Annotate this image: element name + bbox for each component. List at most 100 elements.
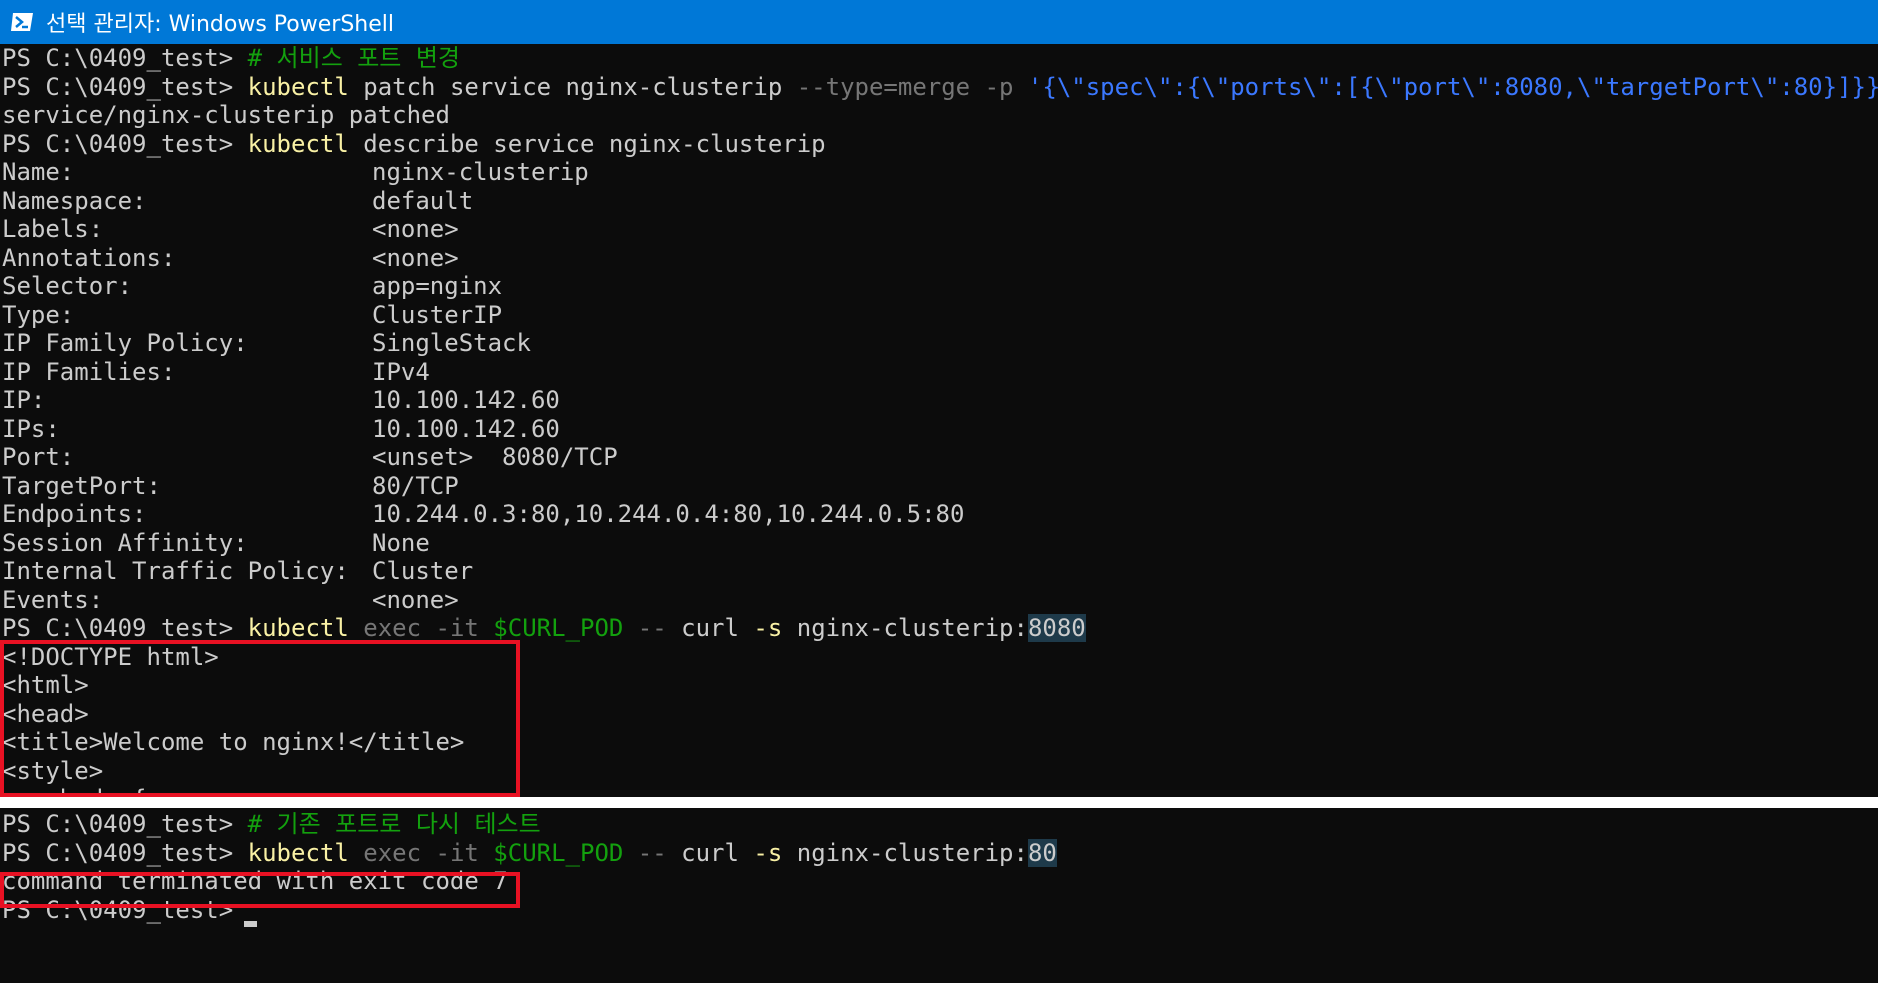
prompt: PS C:\0409_test> (2, 838, 248, 867)
describe-row: Selector: app=nginx (0, 272, 1878, 301)
describe-row: Events: <none> (0, 586, 1878, 615)
console-line: PS C:\0409_test> kubectl exec -it $CURL_… (2, 838, 1057, 868)
command-args: patch service nginx-clusterip (348, 72, 797, 101)
describe-row: Annotations: <none> (0, 244, 1878, 273)
powershell-icon (10, 9, 36, 35)
console-line: PS C:\0409_test> # 서비스 포트 변경 (2, 44, 460, 73)
html-output-line: <style> (2, 756, 104, 785)
command-param: --type=merge (796, 72, 971, 101)
describe-value: default (372, 186, 474, 215)
describe-label: Labels: (2, 215, 104, 243)
html-output-line: <title>Welcome to nginx!</title> (2, 728, 465, 756)
describe-label: Namespace: (2, 186, 147, 215)
console-output-bottom[interactable]: PS C:\0409_test> # 기존 포트로 다시 테스트 PS C:\0… (0, 808, 1878, 983)
describe-label: Name: (2, 158, 75, 186)
describe-label: Session Affinity: (2, 528, 248, 557)
describe-row: Name: nginx-clusterip (0, 158, 1878, 187)
describe-label: Annotations: (2, 243, 176, 272)
describe-value: <none> (372, 215, 459, 243)
prompt: PS C:\0409_test> (2, 895, 248, 924)
html-output-line: <html> (2, 671, 89, 699)
prompt: PS C:\0409_test> (2, 72, 248, 101)
command-param: exec -it (348, 838, 494, 867)
comment-text: # 기존 포트로 다시 테스트 (247, 810, 541, 838)
describe-row: Namespace: default (0, 187, 1878, 216)
text-cursor (244, 921, 257, 927)
describe-row: TargetPort: 80/TCP (0, 472, 1878, 501)
command-name: kubectl (247, 614, 349, 642)
command-args: describe service nginx-clusterip (348, 129, 826, 158)
command-args: curl (681, 838, 754, 867)
describe-row: Session Affinity: None (0, 529, 1878, 558)
command-param: -p (970, 72, 1028, 101)
describe-label: Endpoints: (2, 500, 147, 528)
describe-value: Cluster (372, 557, 474, 585)
describe-row: Endpoints: 10.244.0.3:80,10.244.0.4:80,10… (0, 500, 1878, 529)
highlighted-port: 8080 (1027, 614, 1086, 642)
console-output-top[interactable]: PS C:\0409_test> # 서비스 포트 변경 PS C:\0409_… (0, 44, 1878, 797)
describe-row: IPs: 10.100.142.60 (0, 415, 1878, 444)
describe-label: IPs: (2, 414, 60, 443)
command-args: nginx-clusterip: (782, 838, 1028, 867)
variable: $CURL_POD (493, 614, 624, 642)
describe-row: Labels: <none> (0, 215, 1878, 244)
console-output-line: service/nginx-clusterip patched (2, 101, 450, 129)
describe-value: nginx-clusterip (372, 158, 589, 186)
html-output-line: <head> (2, 699, 89, 728)
command-args: nginx-clusterip: (782, 614, 1028, 642)
describe-row: IP: 10.100.142.60 (0, 386, 1878, 415)
console-line: PS C:\0409_test> # 기존 포트로 다시 테스트 (2, 810, 541, 839)
html-output-line: <!DOCTYPE html> (2, 642, 219, 671)
window-title: 선택 관리자: Windows PowerShell (46, 12, 394, 37)
describe-label: Internal Traffic Policy: (2, 557, 349, 585)
describe-value: <none> (372, 585, 459, 614)
describe-value: <unset> 8080/TCP (372, 443, 618, 471)
describe-value: 80/TCP (372, 471, 459, 500)
pane-separator (0, 797, 1878, 808)
error-output-line: command terminated with exit code 7 (2, 867, 508, 895)
describe-value: <none> (372, 243, 459, 272)
describe-row: Internal Traffic Policy: Cluster (0, 557, 1878, 586)
prompt: PS C:\0409_test> (2, 614, 248, 642)
console-line: PS C:\0409_test> (2, 896, 248, 925)
describe-row: Port: <unset> 8080/TCP (0, 443, 1878, 472)
highlighted-port: 80 (1027, 838, 1057, 867)
command-param: -- (623, 614, 682, 642)
describe-label: Events: (2, 585, 104, 614)
comment-text: # 서비스 포트 변경 (247, 44, 460, 72)
prompt: PS C:\0409_test> (2, 810, 248, 838)
html-output-line: body { (2, 785, 147, 797)
describe-value: SingleStack (372, 329, 531, 357)
command-name: kubectl (247, 838, 349, 867)
command-args: curl (681, 614, 754, 642)
describe-label: IP Family Policy: (2, 329, 248, 357)
describe-row: Type: ClusterIP (0, 301, 1878, 330)
describe-row: IP Family Policy: SingleStack (0, 329, 1878, 358)
json-string: '{\"spec\":{\"ports\":[{\"port\":8080,\"… (1027, 72, 1878, 101)
window-titlebar[interactable]: 선택 관리자: Windows PowerShell (0, 0, 1878, 44)
describe-label: Selector: (2, 272, 133, 300)
describe-value: app=nginx (372, 272, 503, 300)
command-param: -- (623, 838, 682, 867)
describe-label: IP: (2, 386, 46, 414)
command-param: -s (753, 614, 783, 642)
command-name: kubectl (247, 72, 349, 101)
describe-label: Port: (2, 443, 75, 471)
describe-label: TargetPort: (2, 471, 161, 500)
describe-label: IP Families: (2, 357, 176, 386)
describe-value: None (372, 528, 430, 557)
describe-value: 10.100.142.60 (372, 414, 560, 443)
command-param: exec -it (348, 614, 494, 642)
prompt: PS C:\0409_test> (2, 129, 248, 158)
prompt: PS C:\0409_test> (2, 44, 248, 72)
describe-value: 10.100.142.60 (372, 386, 560, 414)
describe-value: 10.244.0.3:80,10.244.0.4:80,10.244.0.5:8… (372, 500, 965, 528)
command-param: -s (753, 838, 783, 867)
console-line: PS C:\0409_test> kubectl patch service n… (2, 73, 1878, 102)
describe-label: Type: (2, 300, 75, 329)
describe-row: IP Families: IPv4 (0, 358, 1878, 387)
variable: $CURL_POD (493, 838, 624, 867)
html-output-clip: <!DOCTYPE html> <html> <head> <title>Welcom… (0, 643, 1878, 798)
console-line: PS C:\0409_test> kubectl describe servic… (2, 130, 826, 159)
command-name: kubectl (247, 129, 349, 158)
